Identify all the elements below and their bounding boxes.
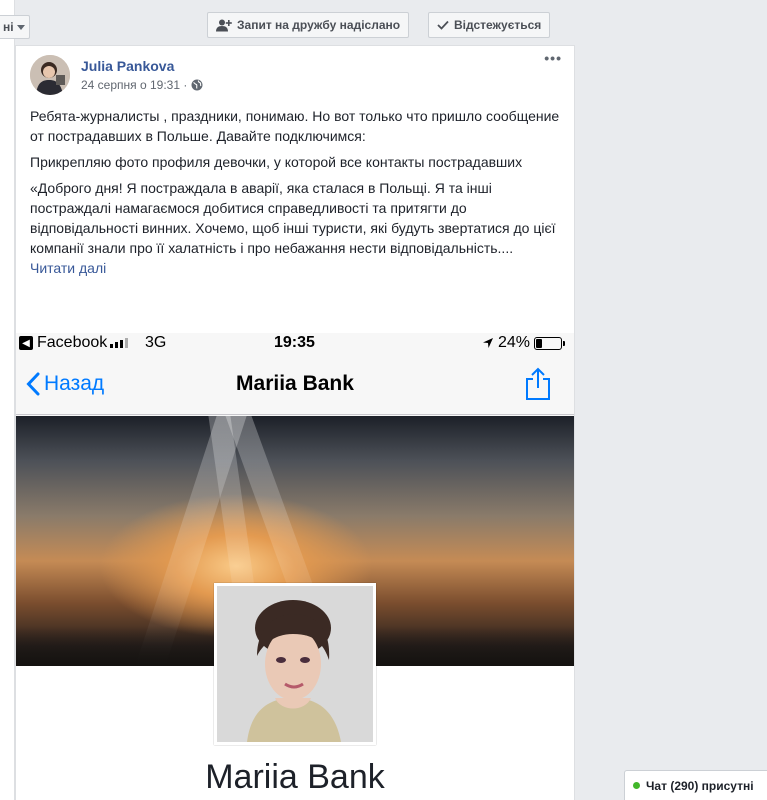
chat-label: Чат (290) присутні (646, 778, 754, 793)
signal-icon (110, 338, 128, 348)
post-paragraph: «Доброго дня! Я постраждала в аварії, як… (30, 180, 556, 256)
friend-request-label: Запит на дружбу надіслано (237, 18, 401, 32)
battery-icon (534, 336, 565, 350)
profile-picture[interactable] (214, 583, 376, 745)
share-icon[interactable] (525, 367, 551, 401)
online-status-icon (633, 782, 640, 789)
post-text: Ребята-журналисты , праздники, понимаю. … (30, 106, 570, 278)
left-column (0, 0, 15, 800)
checkmark-icon (437, 20, 449, 30)
status-time: 19:35 (274, 334, 315, 351)
post-paragraph: Прикрепляю фото профиля девочки, у котор… (30, 154, 523, 170)
status-app: ◀ Facebook (19, 334, 107, 352)
profile-action-bar: Запит на дружбу надіслано Відстежується (15, 0, 575, 45)
phone-status-bar: ◀ Facebook 3G 19:35 24% (16, 333, 574, 353)
post-date[interactable]: 24 серпня о 19:31 · (81, 78, 187, 92)
post-card: Julia Pankova 24 серпня о 19:31 · ••• Ре… (15, 45, 575, 800)
phone-profile-name: Mariia Bank (205, 758, 385, 796)
back-to-app-icon: ◀ (19, 336, 33, 350)
post-options-icon[interactable]: ••• (544, 50, 562, 66)
phone-nav-bar: Назад Mariia Bank (16, 353, 574, 415)
post-paragraph: Ребята-журналисты , праздники, понимаю. … (30, 108, 560, 144)
status-app-name: Facebook (37, 334, 108, 351)
author-avatar[interactable] (30, 55, 70, 95)
chat-bar[interactable]: Чат (290) присутні (624, 770, 767, 800)
left-dropdown[interactable]: ні (0, 15, 30, 39)
phone-nav-title: Mariia Bank (236, 372, 354, 395)
network-type: 3G (145, 334, 167, 351)
see-more-link[interactable]: Читати далі (30, 258, 570, 278)
left-dropdown-label: ні (3, 20, 14, 34)
post-author-name[interactable]: Julia Pankova (81, 58, 174, 74)
location-arrow-icon (482, 338, 493, 348)
friend-request-sent-button[interactable]: Запит на дружбу надіслано (207, 12, 410, 38)
battery-percent: 24% (497, 334, 530, 351)
globe-icon (191, 79, 203, 91)
following-label: Відстежується (454, 18, 542, 32)
following-button[interactable]: Відстежується (428, 12, 551, 38)
post-meta: 24 серпня о 19:31 · (81, 78, 203, 92)
caret-down-icon (16, 24, 25, 30)
add-friend-icon (216, 19, 232, 31)
status-right: 24% (482, 334, 565, 352)
attached-screenshot[interactable]: ◀ Facebook 3G 19:35 24% Назад Mariia Ban… (16, 333, 574, 800)
